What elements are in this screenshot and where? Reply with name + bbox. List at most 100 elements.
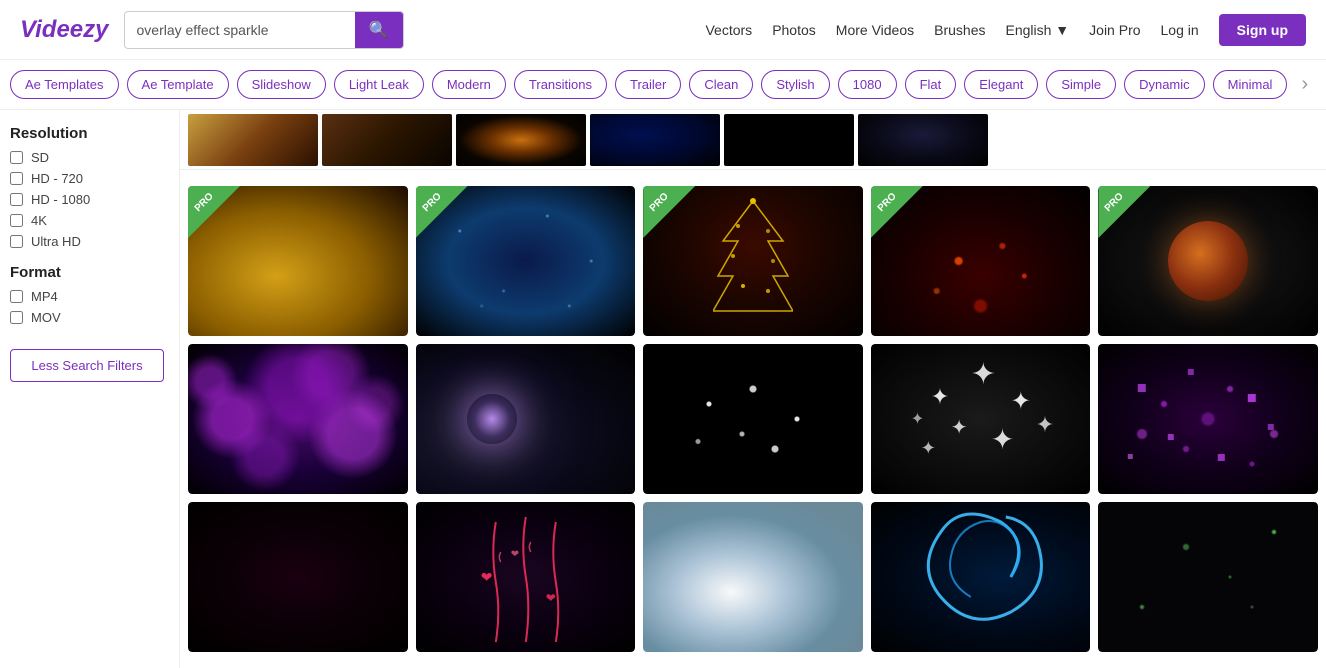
tag-flat[interactable]: Flat [905,70,957,99]
moon-circle [1168,221,1248,301]
main-layout: Resolution SD HD - 720 HD - 1080 4K Ultr… [0,110,1326,668]
login-link[interactable]: Log in [1161,22,1199,38]
nav-more-videos[interactable]: More Videos [836,22,914,38]
grid-item-blue-sparkle[interactable]: PRO [416,186,636,336]
grid-item-stars-black[interactable] [643,344,863,494]
resolution-hd720[interactable]: HD - 720 [10,171,164,186]
strip-thumb-5[interactable] [724,114,854,166]
checkbox-hd720[interactable] [10,172,23,185]
less-filters-button[interactable]: Less Search Filters [10,349,164,382]
tag-modern[interactable]: Modern [432,70,506,99]
tag-elegant[interactable]: Elegant [964,70,1038,99]
strip-thumb-4[interactable] [590,114,720,166]
resolution-hd1080[interactable]: HD - 1080 [10,192,164,207]
light-beam-overlay [643,502,863,652]
grid-item-blue-swirl[interactable] [871,502,1091,652]
grid-item-gold[interactable]: PRO [188,186,408,336]
checkbox-mp4[interactable] [10,290,23,303]
tags-scroll-right[interactable]: › [1295,73,1314,96]
signup-button[interactable]: Sign up [1219,14,1306,46]
tag-ae-templates[interactable]: Ae Templates [10,70,119,99]
grid-item-hearts[interactable]: ❤ ❤ ❤ [416,502,636,652]
grid-item-purple-squares[interactable] [1098,344,1318,494]
search-button[interactable]: 🔍 [355,12,403,48]
4k-label: 4K [31,213,47,228]
lens-flare-overlay [467,394,517,444]
search-bar: 🔍 [124,11,404,49]
tag-slideshow[interactable]: Slideshow [237,70,326,99]
checkbox-mov[interactable] [10,311,23,324]
strip-thumb-2[interactable] [322,114,452,166]
nav-links: Vectors Photos More Videos Brushes Engli… [705,14,1306,46]
svg-text:✦: ✦ [921,438,936,458]
svg-text:❤: ❤ [510,549,518,560]
red-sparkle-overlay [871,186,1091,336]
green-sparkle-overlay [1098,502,1318,652]
tag-clean[interactable]: Clean [689,70,753,99]
grid-item-green-sparkle[interactable] [1098,502,1318,652]
tag-minimal[interactable]: Minimal [1213,70,1288,99]
hearts-svg: ❤ ❤ ❤ [416,502,636,652]
sd-label: SD [31,150,49,165]
language-selector[interactable]: English ▼ [1005,22,1069,38]
tag-dynamic[interactable]: Dynamic [1124,70,1205,99]
nav-brushes[interactable]: Brushes [934,22,985,38]
tag-stylish[interactable]: Stylish [761,70,829,99]
svg-text:✦: ✦ [931,384,949,409]
tags-bar: Ae Templates Ae Template Slideshow Light… [0,60,1326,110]
resolution-sd[interactable]: SD [10,150,164,165]
hd720-label: HD - 720 [31,171,83,186]
tag-trailer[interactable]: Trailer [615,70,681,99]
chevron-down-icon: ▼ [1055,22,1069,38]
tag-transitions[interactable]: Transitions [514,70,607,99]
checkbox-ultrahd[interactable] [10,235,23,248]
language-label: English [1005,22,1051,38]
grid-item-moon[interactable]: PRO [1098,186,1318,336]
checkbox-hd1080[interactable] [10,193,23,206]
nav-vectors[interactable]: Vectors [705,22,752,38]
tag-ae-template[interactable]: Ae Template [127,70,229,99]
format-mov[interactable]: MOV [10,310,164,325]
tag-1080[interactable]: 1080 [838,70,897,99]
tag-light-leak[interactable]: Light Leak [334,70,424,99]
svg-text:✦: ✦ [951,417,968,439]
grid-item-red-sparkle[interactable]: PRO [871,186,1091,336]
resolution-4k[interactable]: 4K [10,213,164,228]
strip-thumb-3[interactable] [456,114,586,166]
mp4-label: MP4 [31,289,58,304]
strip-thumb-1[interactable] [188,114,318,166]
purple-squares-svg [1098,344,1318,494]
resolution-ultrahd[interactable]: Ultra HD [10,234,164,249]
grid-item-purple-bokeh[interactable] [188,344,408,494]
format-title: Format [10,264,164,281]
svg-text:❤: ❤ [545,591,555,605]
tag-simple[interactable]: Simple [1046,70,1116,99]
format-mp4[interactable]: MP4 [10,289,164,304]
header: Videezy 🔍 Vectors Photos More Videos Bru… [0,0,1326,60]
grid-item-xmas[interactable]: PRO [643,186,863,336]
svg-text:✦: ✦ [991,424,1014,455]
resolution-title: Resolution [10,125,164,142]
nav-photos[interactable]: Photos [772,22,816,38]
grid-item-light-beam[interactable] [643,502,863,652]
scroll-strip [180,110,1326,170]
xmas-tree-icon [713,196,793,316]
join-pro-link[interactable]: Join Pro [1089,22,1140,38]
mov-label: MOV [31,310,61,325]
logo: Videezy [20,16,109,44]
grid-item-lens-flare[interactable] [416,344,636,494]
grid-row-2: ✦ ✦ ✦ ✦ ✦ ✦ ✦ ✦ [188,344,1318,494]
white-stars-svg: ✦ ✦ ✦ ✦ ✦ ✦ ✦ ✦ [871,344,1091,494]
svg-text:✦: ✦ [911,411,924,428]
sparkle-overlay [416,186,636,336]
checkbox-sd[interactable] [10,151,23,164]
grid-item-white-stars[interactable]: ✦ ✦ ✦ ✦ ✦ ✦ ✦ ✦ [871,344,1091,494]
svg-text:✦: ✦ [1036,412,1054,437]
blue-swirl-svg [871,502,1091,652]
purple-bokeh-overlay [188,344,408,494]
search-input[interactable] [125,14,355,46]
checkbox-4k[interactable] [10,214,23,227]
grid-item-dark-swirl[interactable] [188,502,408,652]
strip-thumb-6[interactable] [858,114,988,166]
sidebar: Resolution SD HD - 720 HD - 1080 4K Ultr… [0,110,180,668]
